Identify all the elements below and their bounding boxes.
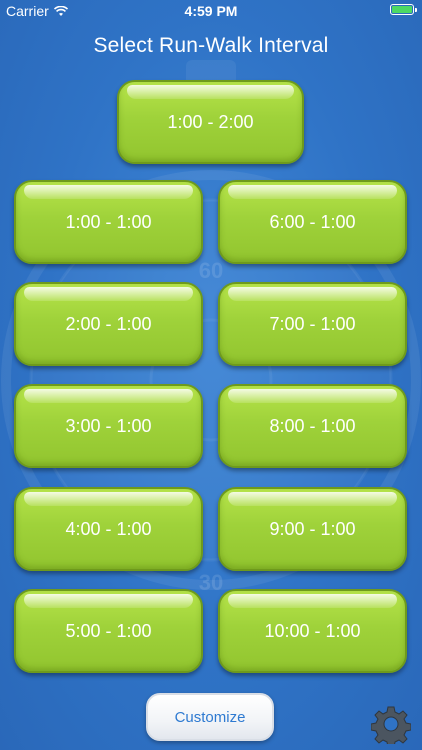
interval-label: 6:00 - 1:00 — [269, 211, 356, 232]
interval-button-7-1[interactable]: 7:00 - 1:00 — [218, 282, 407, 366]
interval-label: 1:00 - 1:00 — [65, 211, 152, 232]
interval-label: 10:00 - 1:00 — [264, 620, 361, 641]
status-bar: Carrier 4:59 PM — [0, 0, 422, 22]
interval-button-8-1[interactable]: 8:00 - 1:00 — [218, 384, 407, 468]
interval-button-6-1[interactable]: 6:00 - 1:00 — [218, 180, 407, 264]
svg-text:30: 30 — [199, 570, 223, 595]
interval-button-9-1[interactable]: 9:00 - 1:00 — [218, 487, 407, 571]
status-time: 4:59 PM — [184, 3, 238, 19]
interval-button-4-1[interactable]: 4:00 - 1:00 — [14, 487, 203, 571]
status-right — [390, 4, 417, 15]
interval-label: 2:00 - 1:00 — [65, 313, 152, 334]
battery-fill — [392, 6, 412, 13]
interval-label: 1:00 - 2:00 — [167, 111, 254, 132]
gear-icon[interactable] — [371, 704, 411, 744]
svg-text:60: 60 — [199, 258, 223, 283]
interval-label: 3:00 - 1:00 — [65, 415, 152, 436]
interval-label: 7:00 - 1:00 — [269, 313, 356, 334]
interval-label: 5:00 - 1:00 — [65, 620, 152, 641]
page-title: Select Run-Walk Interval — [93, 34, 329, 57]
interval-button-10-1[interactable]: 10:00 - 1:00 — [218, 589, 407, 673]
interval-button-5-1[interactable]: 5:00 - 1:00 — [14, 589, 203, 673]
interval-button-3-1[interactable]: 3:00 - 1:00 — [14, 384, 203, 468]
interval-button-2-1[interactable]: 2:00 - 1:00 — [14, 282, 203, 366]
interval-label: 9:00 - 1:00 — [269, 518, 356, 539]
interval-label: 4:00 - 1:00 — [65, 518, 152, 539]
customize-button[interactable]: Customize — [146, 693, 274, 741]
battery-icon — [390, 4, 417, 15]
interval-button-1-2[interactable]: 1:00 - 2:00 — [117, 80, 304, 164]
interval-button-1-1[interactable]: 1:00 - 1:00 — [14, 180, 203, 264]
interval-label: 8:00 - 1:00 — [269, 415, 356, 436]
